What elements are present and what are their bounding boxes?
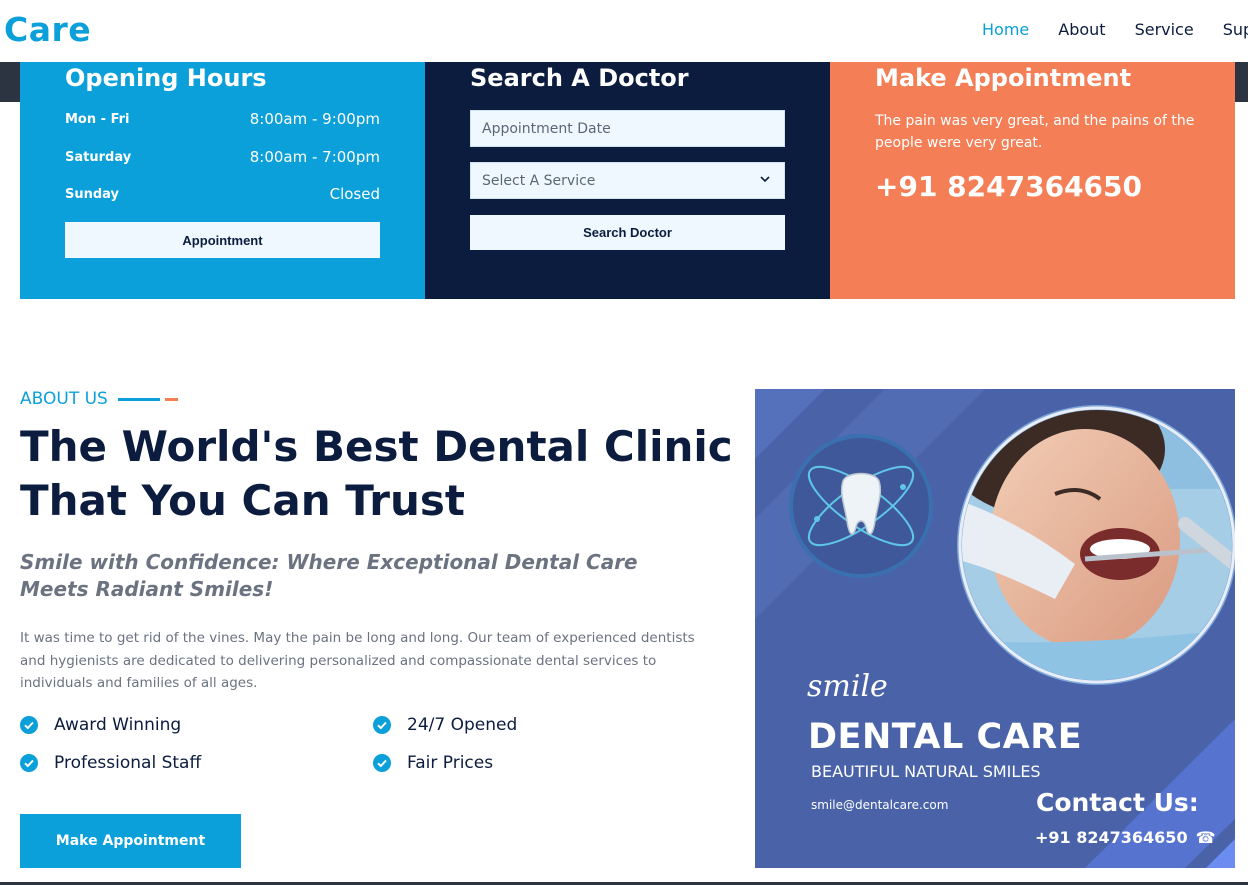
search-doctor-button[interactable]: Search Doctor bbox=[470, 215, 785, 250]
appointment-date-input[interactable]: Appointment Date bbox=[470, 110, 785, 147]
feature-label: Fair Prices bbox=[407, 753, 494, 773]
promo-title: DENTAL CARE bbox=[808, 717, 1083, 757]
hours-day: Mon - Fri bbox=[65, 111, 130, 127]
service-select[interactable]: Select A Service bbox=[470, 162, 785, 199]
dental-care-promo-image: smile DENTAL CARE BEAUTIFUL NATURAL SMIL… bbox=[755, 389, 1235, 868]
promo-email: smile@dentalcare.com bbox=[811, 798, 949, 812]
check-circle-icon bbox=[373, 754, 391, 772]
hours-row: Saturday 8:00am - 7:00pm bbox=[65, 148, 380, 166]
opening-hours-card: Opening Hours Mon - Fri 8:00am - 9:00pm … bbox=[20, 62, 425, 299]
hours-row: Sunday Closed bbox=[65, 185, 380, 203]
top-navbar: Care Home About Service Supp bbox=[0, 0, 1248, 62]
promo-subtitle: BEAUTIFUL NATURAL SMILES bbox=[811, 762, 1041, 781]
nav-about[interactable]: About bbox=[1058, 20, 1105, 39]
promo-phone: +91 8247364650 bbox=[1035, 828, 1188, 847]
about-eyebrow-label: ABOUT US bbox=[20, 389, 108, 409]
feature-item: Professional Staff bbox=[20, 753, 201, 773]
hours-time: 8:00am - 7:00pm bbox=[249, 148, 380, 166]
promo-script-text: smile bbox=[807, 669, 888, 704]
hours-time: 8:00am - 9:00pm bbox=[249, 110, 380, 128]
feature-item: 24/7 Opened bbox=[373, 715, 517, 735]
eyebrow-divider bbox=[117, 397, 160, 401]
nav-support[interactable]: Supp bbox=[1223, 20, 1248, 39]
hours-day: Sunday bbox=[65, 186, 120, 202]
about-tagline: Smile with Confidence: Where Exceptional… bbox=[20, 550, 638, 601]
nav-service[interactable]: Service bbox=[1135, 20, 1194, 39]
make-appointment-title: Make Appointment bbox=[875, 64, 1132, 92]
tooth-logo-icon bbox=[789, 434, 933, 578]
nav-home[interactable]: Home bbox=[982, 20, 1029, 39]
about-body: It was time to get rid of the vines. May… bbox=[20, 630, 695, 691]
phone-icon: ☎ bbox=[1195, 828, 1216, 847]
headline-line: The World's Best Dental Clinic bbox=[20, 422, 733, 471]
feature-item: Fair Prices bbox=[373, 753, 493, 773]
headline-line: That You Can Trust bbox=[20, 476, 465, 525]
search-doctor-card: Search A Doctor Appointment Date Select … bbox=[425, 62, 830, 299]
site-logo[interactable]: Care bbox=[4, 10, 91, 49]
patient-photo bbox=[962, 410, 1232, 680]
promo-phone-row: +91 8247364650 ☎ bbox=[1035, 828, 1216, 847]
check-circle-icon bbox=[20, 754, 38, 772]
feature-label: Professional Staff bbox=[54, 753, 202, 773]
feature-label: 24/7 Opened bbox=[407, 715, 518, 735]
appointment-date-placeholder: Appointment Date bbox=[482, 120, 611, 137]
feature-item: Award Winning bbox=[20, 715, 181, 735]
hours-day: Saturday bbox=[65, 149, 132, 165]
service-select-value: Select A Service bbox=[482, 172, 596, 189]
about-headline: The World's Best Dental Clinic That You … bbox=[20, 420, 740, 528]
promo-contact-label: Contact Us: bbox=[1036, 788, 1199, 817]
chevron-down-icon bbox=[760, 176, 770, 183]
main-nav: Home About Service Supp bbox=[982, 20, 1248, 39]
hours-row: Mon - Fri 8:00am - 9:00pm bbox=[65, 110, 380, 128]
appointment-phone[interactable]: +91 8247364650 bbox=[875, 170, 1142, 203]
appointment-text: The pain was very great, and the pains o… bbox=[875, 113, 1195, 151]
make-appointment-card: Make Appointment The pain was very great… bbox=[830, 62, 1235, 299]
feature-label: Award Winning bbox=[54, 715, 182, 735]
make-appointment-button[interactable]: Make Appointment bbox=[20, 814, 241, 868]
opening-hours-title: Opening Hours bbox=[65, 64, 267, 92]
check-circle-icon bbox=[373, 716, 391, 734]
eyebrow-divider-accent bbox=[164, 397, 178, 401]
hours-time: Closed bbox=[329, 185, 380, 203]
check-circle-icon bbox=[20, 716, 38, 734]
about-eyebrow: ABOUT US bbox=[20, 389, 178, 409]
search-doctor-title: Search A Doctor bbox=[470, 64, 689, 92]
appointment-button[interactable]: Appointment bbox=[65, 222, 380, 258]
